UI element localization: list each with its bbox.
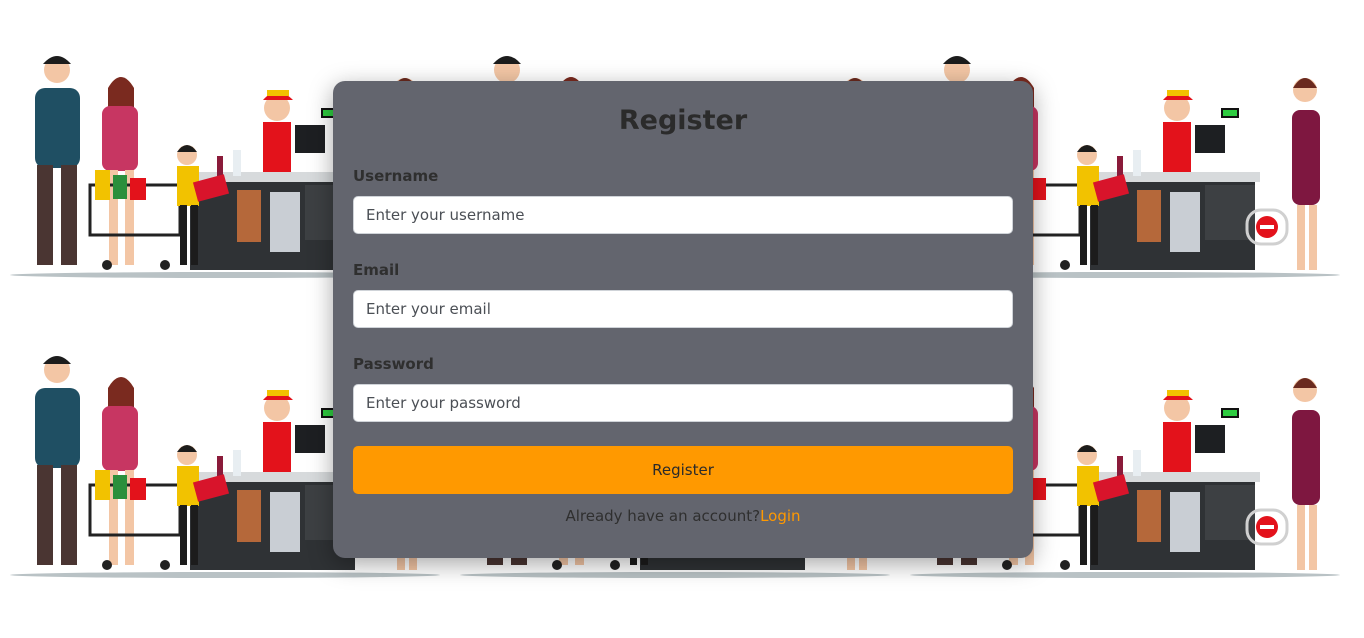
register-button[interactable]: Register: [353, 446, 1013, 494]
login-link[interactable]: Login: [760, 507, 800, 525]
username-label: Username: [353, 167, 439, 185]
register-card: Register Username Email Password Registe…: [333, 81, 1033, 558]
login-prompt: Already have an account?Login: [333, 507, 1033, 525]
password-label: Password: [353, 355, 434, 373]
email-label: Email: [353, 261, 400, 279]
email-input[interactable]: [353, 290, 1013, 328]
password-input[interactable]: [353, 384, 1013, 422]
login-prompt-text: Already have an account?: [565, 507, 761, 525]
register-page: Register Username Email Password Registe…: [0, 0, 1364, 638]
page-title: Register: [618, 105, 748, 136]
username-input[interactable]: [353, 196, 1013, 234]
